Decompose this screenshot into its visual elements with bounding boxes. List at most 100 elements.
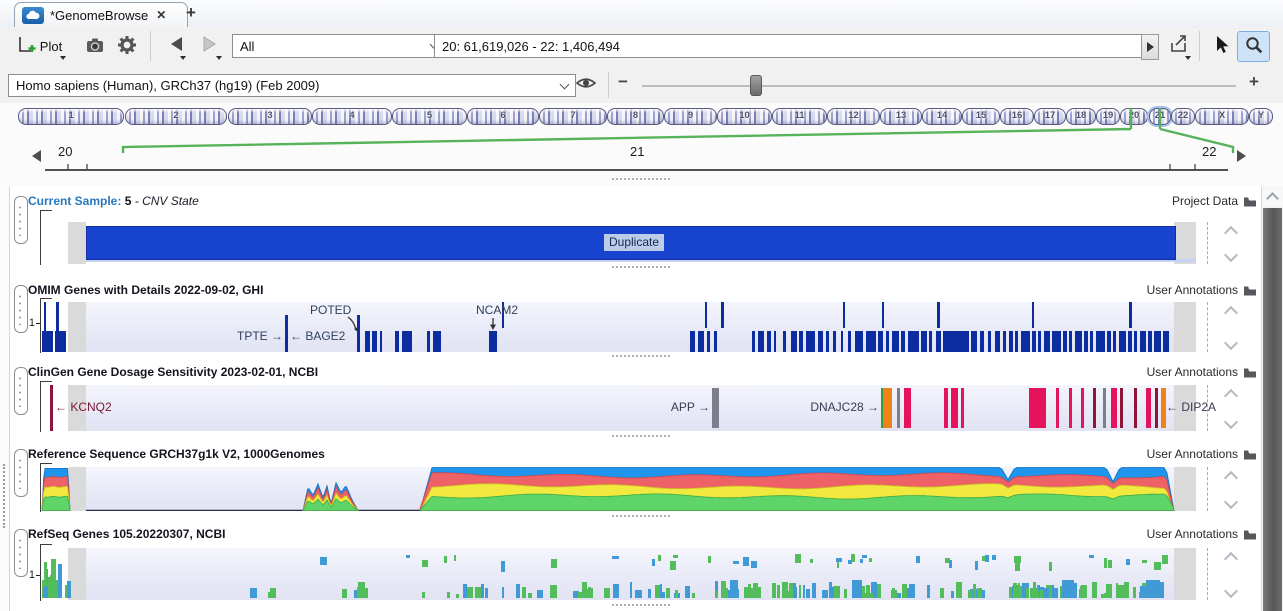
gene-mark[interactable] (1160, 582, 1163, 598)
gene-bar[interactable] (433, 331, 441, 352)
zoom-slider-handle[interactable] (750, 75, 762, 96)
gene-bar[interactable] (774, 331, 776, 352)
gene-bar[interactable] (1148, 331, 1152, 352)
gene-bar[interactable] (705, 302, 707, 328)
gene-bar[interactable] (1155, 388, 1158, 428)
gene-mark[interactable] (635, 590, 642, 598)
gene-bar[interactable] (357, 315, 360, 352)
gene-mark[interactable] (777, 585, 780, 598)
gene-bar[interactable] (1084, 331, 1088, 352)
gene-mark[interactable] (730, 580, 738, 598)
gene-bar[interactable] (56, 302, 59, 331)
chromosome-2[interactable]: 2 (125, 108, 227, 125)
back-dropdown-arrow[interactable] (180, 56, 186, 60)
gene-mark[interactable] (604, 588, 610, 598)
chromosome-22[interactable]: 22 (1171, 108, 1195, 125)
gene-bar[interactable] (714, 331, 717, 352)
gene-mark[interactable] (270, 588, 276, 598)
gene-mark[interactable] (916, 556, 920, 563)
gene-bar[interactable] (929, 331, 932, 352)
gene-bar[interactable] (961, 388, 964, 428)
gene-mark[interactable] (1081, 585, 1087, 598)
gene-mark[interactable] (685, 586, 690, 598)
gene-mark[interactable] (444, 556, 447, 564)
gene-mark[interactable] (320, 557, 327, 566)
gene-mark[interactable] (973, 584, 976, 598)
gene-mark[interactable] (655, 585, 660, 598)
chromosome-19[interactable]: 19 (1096, 108, 1120, 125)
gene-mark[interactable] (708, 556, 711, 563)
chromosome-4[interactable]: 4 (312, 108, 392, 125)
gene-mark[interactable] (975, 561, 978, 570)
gene-mark[interactable] (447, 592, 451, 598)
chromosome-5[interactable]: 5 (392, 108, 467, 125)
gene-bar[interactable] (690, 331, 695, 352)
gene-bar[interactable] (881, 388, 892, 428)
gene-bar[interactable] (1015, 331, 1018, 352)
gene-mark[interactable] (516, 584, 520, 598)
gene-bar[interactable] (1128, 331, 1132, 352)
gene-mark[interactable] (951, 591, 954, 598)
gene-mark[interactable] (1089, 555, 1093, 558)
gene-mark[interactable] (1124, 582, 1129, 598)
chromosome-16[interactable]: 16 (1000, 108, 1034, 125)
gene-mark[interactable] (463, 584, 467, 598)
gene-bar[interactable] (1146, 388, 1151, 428)
gene-mark[interactable] (591, 588, 593, 598)
gene-bar[interactable] (841, 331, 843, 352)
gene-mark[interactable] (992, 555, 995, 560)
chromosome-21[interactable]: 21 (1149, 108, 1171, 125)
folder-icon[interactable] (1243, 367, 1257, 378)
gene-mark[interactable] (422, 560, 429, 567)
chromosome-12[interactable]: 12 (827, 108, 880, 125)
gene-bar[interactable] (1081, 388, 1084, 428)
track-scroll-down-icon[interactable] (1224, 248, 1238, 262)
gene-bar[interactable] (904, 388, 911, 428)
gene-mark[interactable] (860, 559, 863, 563)
gene-bar[interactable] (1111, 388, 1117, 428)
gene-mark[interactable] (1049, 562, 1051, 571)
gene-mark[interactable] (795, 587, 798, 598)
range-selector-dropdown[interactable]: All (232, 34, 446, 58)
gene-bar[interactable] (988, 331, 991, 352)
gene-mark[interactable] (1154, 562, 1161, 571)
gene-bar[interactable] (878, 331, 883, 352)
gene-mark[interactable] (836, 558, 842, 562)
gene-mark[interactable] (721, 581, 726, 598)
gene-mark[interactable] (956, 582, 962, 598)
gene-mark[interactable] (692, 593, 695, 598)
gene-bar[interactable] (799, 331, 803, 352)
gene-bar[interactable] (843, 302, 845, 328)
gene-mark[interactable] (748, 584, 751, 598)
gene-mark[interactable] (502, 587, 504, 598)
gene-bar[interactable] (921, 331, 927, 352)
gene-mark[interactable] (613, 584, 620, 598)
track-splitter-handle[interactable] (612, 266, 670, 270)
track-splitter-handle[interactable] (612, 355, 670, 359)
gene-bar[interactable] (44, 302, 46, 331)
gene-bar[interactable] (1075, 331, 1082, 352)
gene-bar[interactable] (1021, 331, 1030, 352)
gene-bar[interactable] (1009, 331, 1013, 352)
gene-mark[interactable] (852, 580, 862, 598)
gene-mark[interactable] (522, 587, 526, 598)
gene-mark[interactable] (806, 589, 811, 598)
chromosome-7[interactable]: 7 (539, 108, 607, 125)
gene-bar[interactable] (1093, 388, 1096, 428)
location-input[interactable]: 20: 61,619,026 - 22: 1,406,494 (434, 34, 1153, 58)
gene-mark[interactable] (58, 564, 62, 598)
gene-mark[interactable] (812, 583, 816, 598)
gene-bar[interactable] (897, 388, 900, 428)
gene-mark[interactable] (977, 588, 982, 598)
gene-bar[interactable] (1134, 331, 1137, 352)
track-splitter-handle[interactable] (612, 515, 670, 519)
track-splitter-handle[interactable] (612, 604, 670, 608)
gene-mark[interactable] (829, 582, 831, 598)
gene-bar[interactable] (783, 331, 786, 352)
gene-bar[interactable] (1090, 331, 1093, 352)
gene-mark[interactable] (454, 555, 457, 560)
gene-mark[interactable] (1142, 560, 1147, 563)
gene-bar[interactable] (1140, 331, 1146, 352)
gene-mark[interactable] (753, 583, 758, 598)
gene-mark[interactable] (773, 591, 776, 598)
